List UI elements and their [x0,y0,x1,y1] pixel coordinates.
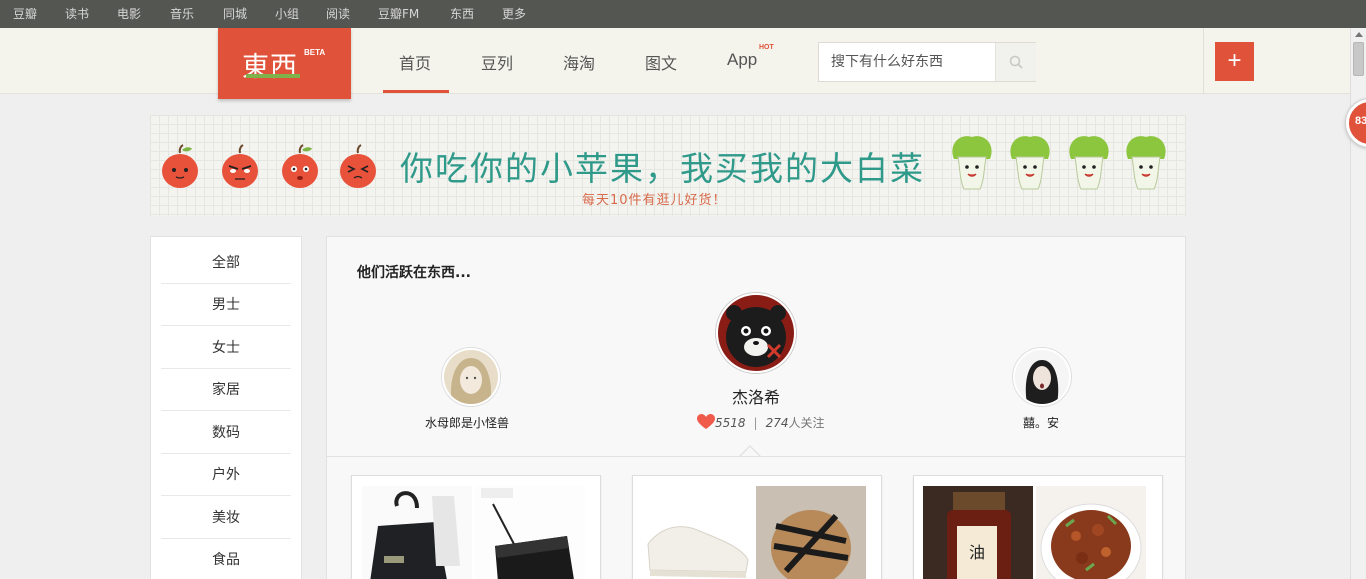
floating-count: 83 [1355,115,1366,127]
panel-divider [327,456,1185,457]
search-box [818,42,1036,82]
global-nav-douban[interactable]: 豆瓣 [13,5,37,22]
featured-avatar[interactable] [716,293,796,373]
stats-separator: | [753,416,758,430]
category-outdoor[interactable]: 户外 [161,454,291,496]
global-nav-reading[interactable]: 阅读 [326,5,350,22]
banner-subtitle: 每天10件有逛儿好货！ [582,193,727,208]
cabbage-icon [1069,136,1109,190]
follower-count: 274 [765,416,789,430]
global-nav: 豆瓣 读书 电影 音乐 同城 小组 阅读 豆瓣FM 东西 更多 [0,0,1366,28]
tab-home[interactable]: 首页 [399,50,431,74]
like-count: 5518 [715,416,746,430]
beta-badge: BETA [304,48,326,57]
doulie-card[interactable] [632,475,882,579]
user-avatar-illustration [444,350,498,404]
add-item-button[interactable]: + [1215,42,1254,81]
product-image-sandal[interactable] [756,486,866,579]
search-input[interactable] [819,43,995,81]
logo-stripe [246,74,300,78]
category-beauty[interactable]: 美妆 [161,497,291,539]
global-nav-dongxi[interactable]: 东西 [450,5,474,22]
banner-title: 你吃你的小苹果，我买我的大白菜 [400,149,925,188]
doulie-card[interactable]: 油 [913,475,1163,579]
global-nav-music[interactable]: 音乐 [170,5,194,22]
avatar[interactable] [442,348,500,406]
product-image-tote-bag[interactable] [362,486,472,579]
cabbage-icon [1126,136,1166,190]
product-image-spicy-dish[interactable] [1036,486,1146,579]
avatar[interactable] [1013,348,1071,406]
heart-icon [697,414,715,429]
global-nav-more[interactable]: 更多 [502,5,526,22]
global-nav-movie[interactable]: 电影 [117,5,141,22]
tab-tuwen[interactable]: 图文 [645,50,677,74]
user-avatar-illustration [1015,350,1069,404]
category-food[interactable]: 食品 [161,539,291,579]
featured-user-stats: 5518 | 274人关注 [697,414,825,431]
user-name-right[interactable]: 囍。安 [1023,414,1059,431]
apple-icon [340,144,376,188]
category-women[interactable]: 女士 [161,327,291,369]
svg-text:油: 油 [969,543,985,562]
product-image-sneaker[interactable] [642,486,752,579]
global-nav-group[interactable]: 小组 [275,5,299,22]
section-title: 他们活跃在东西... [357,265,471,281]
header-divider [1203,28,1204,94]
apple-icon [222,144,258,188]
tab-app[interactable]: App [727,50,757,70]
kumamon-avatar-illustration [718,295,794,371]
featured-user-name[interactable]: 杰洛希 [732,384,780,408]
cabbage-icon [952,136,992,190]
user-name-left[interactable]: 水母郎是小怪兽 [425,414,509,431]
global-nav-fm[interactable]: 豆瓣FM [378,5,419,22]
active-tab-indicator [383,90,449,93]
product-image-crossbody-bag[interactable] [475,486,585,579]
scroll-thumb[interactable] [1353,42,1364,76]
floating-count-badge[interactable]: 83 [1346,99,1366,147]
site-header: 東西 BETA 首页 豆列 海淘 图文 App HOT + [0,28,1350,99]
search-button[interactable] [995,43,1036,81]
follower-unit: 人关注 [788,416,825,430]
global-nav-read[interactable]: 读书 [65,5,89,22]
logo-text: 東西 [242,52,298,83]
hot-badge: HOT [759,44,774,51]
product-image-chili-jar[interactable]: 油 [923,486,1033,579]
promo-banner[interactable]: 你吃你的小苹果，我买我的大白菜 每天10件有逛儿好货！ [150,115,1186,216]
site-logo[interactable]: 東西 BETA [218,28,351,99]
global-nav-city[interactable]: 同城 [223,5,247,22]
scroll-up-icon[interactable] [1355,32,1363,37]
tab-haitao[interactable]: 海淘 [563,50,595,74]
search-icon [1009,55,1023,69]
category-men[interactable]: 男士 [161,284,291,326]
category-sidebar: 全部 男士 女士 家居 数码 户外 美妆 食品 [150,236,302,579]
doulie-card[interactable] [351,475,601,579]
apple-icon [282,144,318,188]
tab-doulie[interactable]: 豆列 [481,50,513,74]
category-home[interactable]: 家居 [161,369,291,411]
category-all[interactable]: 全部 [161,242,291,284]
apple-icon [162,144,198,188]
category-digital[interactable]: 数码 [161,412,291,454]
cabbage-icon [1010,136,1050,190]
active-users-panel: 他们活跃在东西... 水母郎是小怪兽 杰洛希 5518 | 274人关注 囍。安… [326,236,1186,579]
